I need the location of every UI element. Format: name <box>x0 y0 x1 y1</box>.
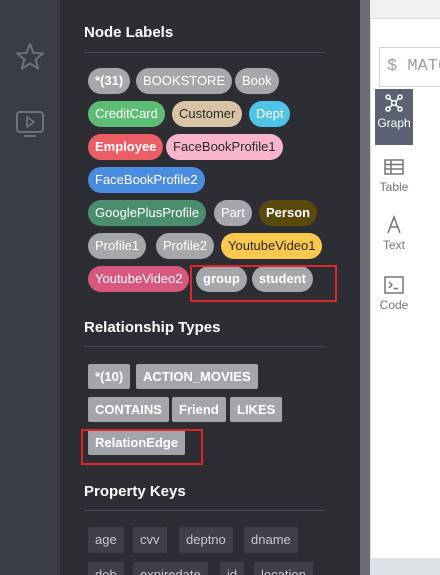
node-label-tag[interactable]: *(31) <box>88 68 131 94</box>
relationship-type-tag[interactable]: LIKES <box>230 397 283 422</box>
relationship-type-tag[interactable]: Friend <box>172 397 226 422</box>
relationship-type-tag[interactable]: *(10) <box>88 364 131 389</box>
highlight-box <box>81 429 203 465</box>
relationship-type-tag[interactable]: ACTION_MOVIES <box>136 364 258 389</box>
node-label-tag[interactable]: FaceBookProfile1 <box>166 134 283 160</box>
frame-bottom-bar <box>370 558 440 575</box>
node-label-tag[interactable]: Employee <box>88 134 164 160</box>
property-key-tag[interactable]: age <box>88 527 124 553</box>
view-tab-label: Graph <box>377 116 411 130</box>
property-key-tag[interactable]: location <box>254 562 313 575</box>
left-icon-rail <box>0 0 60 575</box>
node-label-tag[interactable]: GooglePlusProfile <box>88 200 207 226</box>
query-result-panel: $ MATC Graph Table Text <box>370 0 440 575</box>
node-label-tag[interactable]: Book <box>235 68 279 94</box>
node-label-tag[interactable]: Customer <box>172 101 243 127</box>
property-key-tag[interactable]: cvv <box>133 527 167 553</box>
divider <box>84 52 326 53</box>
property-key-tag[interactable]: expiredate <box>133 562 208 575</box>
property-key-tag[interactable]: id <box>220 562 245 575</box>
table-icon <box>384 159 404 175</box>
node-label-tag[interactable]: YoutubeVideo1 <box>221 233 323 259</box>
relationship-types-title: Relationship Types <box>84 319 221 336</box>
code-icon <box>384 276 404 294</box>
node-label-tag[interactable]: CreditCard <box>88 101 165 127</box>
view-tab-graph[interactable]: Graph <box>375 89 413 145</box>
property-key-tag[interactable]: deptno <box>179 527 233 553</box>
node-label-tag[interactable]: YoutubeVideo2 <box>88 266 190 292</box>
view-tab-label: Text <box>382 238 405 252</box>
view-tab-text[interactable]: Text <box>375 211 413 267</box>
highlight-box <box>190 265 337 302</box>
node-label-tag[interactable]: FaceBookProfile2 <box>88 167 205 193</box>
view-tab-label: Code <box>379 298 409 312</box>
node-label-tag[interactable]: Profile1 <box>88 233 147 259</box>
relationship-type-tag[interactable]: CONTAINS <box>88 397 169 422</box>
monitor-play-icon[interactable] <box>13 107 47 141</box>
node-label-tag[interactable]: Part <box>214 200 252 226</box>
view-tab-table[interactable]: Table <box>375 153 413 209</box>
node-labels-title: Node Labels <box>84 24 174 41</box>
result-frame: $ MATC Graph Table Text <box>370 18 440 558</box>
node-label-tag[interactable]: Profile2 <box>156 233 215 259</box>
property-key-tag[interactable]: dname <box>244 527 298 553</box>
property-key-tag[interactable]: dob <box>88 562 124 575</box>
view-tab-code[interactable]: Code <box>375 271 413 327</box>
node-label-tag[interactable]: BOOKSTORE <box>136 68 233 94</box>
database-info-drawer: Node Labels *(31) BOOKSTORE Book CreditC… <box>60 0 360 575</box>
text-icon <box>387 215 401 234</box>
view-tab-label: Table <box>379 180 409 194</box>
cypher-editor[interactable]: $ MATC <box>379 47 440 87</box>
drawer-scrollbar[interactable] <box>360 0 370 575</box>
node-label-tag[interactable]: Person <box>259 200 318 226</box>
divider <box>84 510 326 511</box>
graph-icon <box>385 94 403 112</box>
property-keys-title: Property Keys <box>84 483 186 500</box>
divider <box>84 346 326 347</box>
star-icon[interactable] <box>13 40 47 74</box>
node-label-tag[interactable]: Dept <box>249 101 291 127</box>
